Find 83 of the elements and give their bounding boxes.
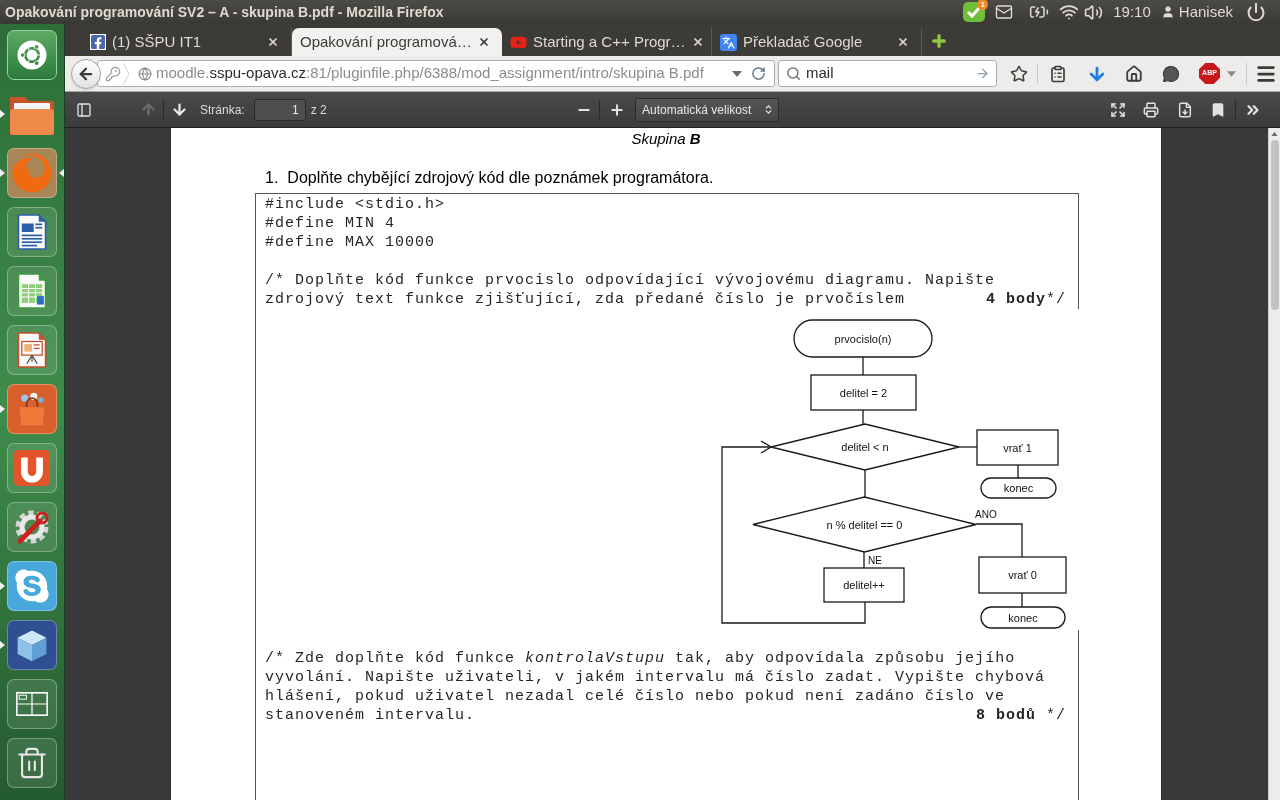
bookmark-icon[interactable] bbox=[1210, 101, 1226, 118]
key-icon[interactable] bbox=[105, 65, 121, 82]
clock[interactable]: 19:10 bbox=[1113, 0, 1151, 24]
notification-badge: 1 bbox=[977, 0, 989, 10]
connector-line bbox=[975, 523, 1023, 558]
chat-logo-icon[interactable] bbox=[7, 561, 57, 611]
reload-icon[interactable] bbox=[751, 66, 766, 81]
url-field[interactable]: moodle.sspu-opava.cz:81/pluginfile.php/6388/mod_assignment/intro/skupina B.pdf bbox=[97, 60, 775, 87]
back-button[interactable] bbox=[71, 58, 101, 89]
document-icon[interactable] bbox=[7, 207, 57, 257]
connector-line bbox=[958, 446, 978, 448]
connector-line bbox=[862, 356, 864, 376]
search-icon bbox=[786, 66, 801, 81]
chevron-right-icon bbox=[123, 62, 129, 85]
connector-line bbox=[1017, 464, 1019, 479]
connector-line bbox=[863, 551, 865, 569]
window-title: Opakování programování SV2 – A - skupina B.pdf - Mozilla Firefox bbox=[5, 2, 444, 22]
process-node: delitel++ bbox=[823, 567, 905, 603]
browser-tab[interactable]: Opakování programová… bbox=[292, 28, 502, 56]
home-icon[interactable] bbox=[1125, 64, 1143, 83]
sidebar-toggle-icon[interactable] bbox=[76, 101, 92, 118]
close-icon[interactable] bbox=[691, 36, 704, 48]
page-number-field[interactable]: 1 bbox=[253, 98, 306, 121]
new-tab-icon[interactable] bbox=[930, 32, 948, 50]
circle-logo-icon[interactable] bbox=[7, 30, 57, 80]
wifi-icon[interactable] bbox=[1059, 2, 1080, 22]
plus-icon[interactable] bbox=[609, 101, 625, 118]
clipboard-list-icon[interactable] bbox=[1049, 64, 1067, 83]
page-count: z 2 bbox=[310, 101, 327, 119]
star-icon[interactable] bbox=[1010, 64, 1028, 83]
cube-icon[interactable] bbox=[7, 620, 57, 670]
workspace-grid-icon[interactable] bbox=[7, 679, 57, 729]
search-field[interactable]: mail bbox=[778, 60, 997, 87]
zoom-select[interactable]: Automatická velikost bbox=[635, 97, 779, 122]
caret-icon[interactable] bbox=[1227, 70, 1236, 77]
trash-icon[interactable] bbox=[7, 738, 57, 788]
code-line: #define MIN 4 bbox=[265, 214, 396, 233]
close-icon[interactable] bbox=[267, 36, 279, 48]
process-node: vrať 1 bbox=[976, 429, 1059, 466]
printer-icon[interactable] bbox=[1143, 101, 1159, 118]
scrollbar[interactable] bbox=[1268, 128, 1280, 800]
edge-label: ANO bbox=[975, 508, 997, 520]
translate-favicon-icon bbox=[720, 33, 737, 51]
presentation-icon[interactable] bbox=[7, 325, 57, 375]
terminal-node: prvocislo(n) bbox=[793, 319, 933, 358]
globe-icon bbox=[138, 66, 152, 81]
spreadsheet-icon[interactable] bbox=[7, 266, 57, 316]
terminal-node: konec bbox=[980, 477, 1057, 499]
expand-arrows-icon[interactable] bbox=[1110, 101, 1126, 118]
close-icon[interactable] bbox=[478, 36, 490, 48]
close-icon[interactable] bbox=[897, 36, 909, 48]
process-node: vrať 0 bbox=[978, 556, 1067, 594]
user-name[interactable]: Hanisek bbox=[1178, 0, 1233, 24]
task-text: Doplňte chybějící zdrojový kód dle poznámek programátora. bbox=[287, 168, 714, 188]
scrollbar-thumb[interactable] bbox=[1270, 140, 1279, 310]
caret-icon[interactable] bbox=[732, 70, 742, 77]
gear-wrench-icon[interactable] bbox=[7, 502, 57, 552]
code-comment: /* Doplňte kód funkce prvocislo odpovídající vývojovému diagramu. Napište zdrojový text funkce zjišťující, zda předané číslo je prvočíslem 4 body*/ bbox=[265, 271, 1066, 309]
code-comment: /* Zde doplňte kód funkce kontrolaVstupu tak, aby odpovídala způsobu jejího vyvolání. Napište uživateli, v jakém intervalu má číslo zadat. Vypište chybová hlášení, pokud uživatel nezadal celé číslo nebo pokud není zadáno číslo ve stanoveném intervalu. 8 bodů */ bbox=[265, 649, 1066, 725]
volume-icon[interactable] bbox=[1084, 2, 1104, 22]
code-line: #define MAX 10000 bbox=[265, 233, 436, 252]
arrow-right-icon[interactable] bbox=[975, 66, 990, 81]
mail-icon[interactable] bbox=[995, 3, 1014, 21]
download-file-icon[interactable] bbox=[1177, 101, 1193, 118]
user-icon[interactable] bbox=[1160, 5, 1175, 19]
process-node: delitel = 2 bbox=[810, 374, 917, 411]
power-icon[interactable] bbox=[1246, 2, 1266, 22]
speech-bubble-icon[interactable] bbox=[1162, 64, 1180, 83]
facebook-favicon-icon bbox=[90, 34, 106, 50]
page-label: Stránka: bbox=[200, 101, 245, 119]
connector-line bbox=[864, 469, 866, 498]
check-app-icon[interactable] bbox=[963, 2, 986, 22]
connector-line bbox=[862, 409, 864, 425]
page-heading: Skupina B bbox=[631, 128, 701, 149]
up-down-chevron-icon bbox=[763, 104, 774, 115]
terminal-node: konec bbox=[980, 606, 1066, 629]
scroll-up-arrow-icon[interactable] bbox=[1271, 132, 1278, 136]
edge-label: NE bbox=[868, 554, 882, 566]
u-logo-icon[interactable] bbox=[7, 443, 57, 493]
decision-node: delitel < n bbox=[770, 423, 960, 471]
code-line: #include <stdio.h> bbox=[265, 195, 446, 214]
task-number: 1. bbox=[265, 168, 279, 188]
connector-line bbox=[1021, 592, 1023, 608]
